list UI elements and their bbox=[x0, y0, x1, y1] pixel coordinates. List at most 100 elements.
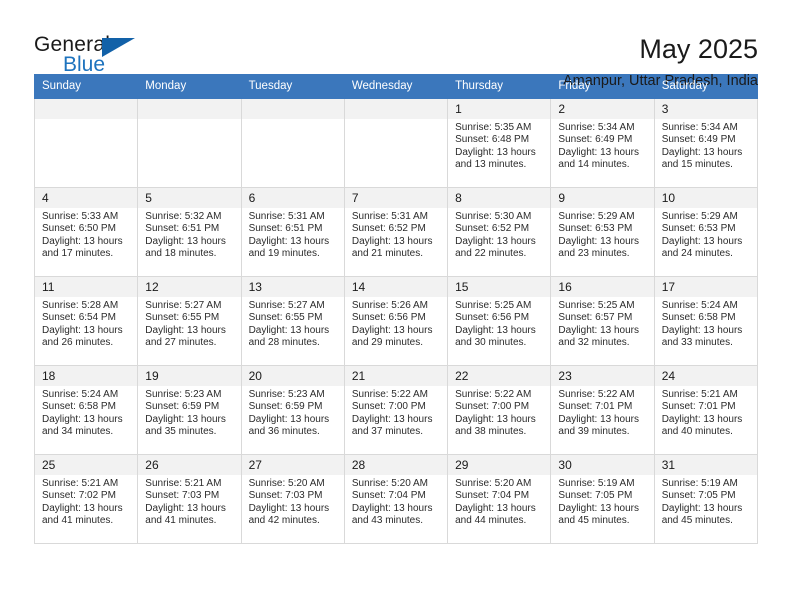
day-details: Sunrise: 5:21 AM Sunset: 7:02 PM Daylight:… bbox=[35, 475, 137, 528]
calendar-day-cell[interactable]: 15 Sunrise: 5:25 AM Sunset: 6:56 PM Dayligh… bbox=[447, 276, 552, 366]
daylight-text: Daylight: 13 hours and 17 minutes. bbox=[42, 235, 123, 260]
calendar-cell-inner: 31 Sunrise: 5:19 AM Sunset: 7:05 PM Dayligh… bbox=[654, 455, 757, 543]
sunrise-text: Sunrise: 5:32 AM bbox=[145, 211, 222, 222]
sunrise-text: Sunrise: 5:23 AM bbox=[248, 389, 325, 400]
daylight-text: Daylight: 13 hours and 21 minutes. bbox=[351, 235, 433, 260]
calendar-day-cell[interactable]: 30 Sunrise: 5:19 AM Sunset: 7:05 PM Dayligh… bbox=[550, 454, 655, 544]
daylight-text: Daylight: 13 hours and 45 minutes. bbox=[558, 502, 640, 527]
calendar-day-cell[interactable]: 5 Sunrise: 5:32 AM Sunset: 6:51 PM Daylight… bbox=[137, 187, 242, 277]
calendar-day-cell[interactable]: 28 Sunrise: 5:20 AM Sunset: 7:04 PM Dayligh… bbox=[343, 454, 449, 544]
calendar-cell-inner: 15 Sunrise: 5:25 AM Sunset: 6:56 PM Dayligh… bbox=[448, 277, 551, 365]
day-details: Sunrise: 5:24 AM Sunset: 6:58 PM Daylight:… bbox=[35, 386, 137, 439]
sunrise-text: Sunrise: 5:33 AM bbox=[42, 211, 119, 222]
calendar-week-row: 25 Sunrise: 5:21 AM Sunset: 7:02 PM Dayligh… bbox=[33, 454, 759, 544]
calendar-day-cell[interactable]: 3 Sunrise: 5:34 AM Sunset: 6:49 PM Daylight… bbox=[653, 98, 759, 188]
daylight-text: Daylight: 13 hours and 39 minutes. bbox=[558, 413, 640, 438]
sunrise-text: Sunrise: 5:34 AM bbox=[661, 122, 738, 133]
daylight-text: Daylight: 13 hours and 23 minutes. bbox=[558, 235, 640, 260]
calendar-day-cell[interactable]: 27 Sunrise: 5:20 AM Sunset: 7:03 PM Dayligh… bbox=[240, 454, 345, 544]
day-details: Sunrise: 5:27 AM Sunset: 6:55 PM Daylight:… bbox=[138, 297, 240, 350]
sunset-text: Sunset: 6:58 PM bbox=[661, 312, 736, 324]
calendar-day-cell[interactable]: 14 Sunrise: 5:26 AM Sunset: 6:56 PM Dayligh… bbox=[343, 276, 449, 366]
sunset-text: Sunset: 6:59 PM bbox=[145, 401, 220, 413]
calendar-cell-inner: 19 Sunrise: 5:23 AM Sunset: 6:59 PM Dayligh… bbox=[138, 366, 241, 454]
calendar-day-cell[interactable]: 29 Sunrise: 5:20 AM Sunset: 7:04 PM Dayligh… bbox=[447, 454, 552, 544]
day-number: 20 bbox=[241, 366, 344, 386]
calendar-cell-inner: 3 Sunrise: 5:34 AM Sunset: 6:49 PM Daylight… bbox=[654, 99, 757, 187]
calendar-day-cell[interactable]: 20 Sunrise: 5:23 AM Sunset: 6:59 PM Dayligh… bbox=[240, 365, 345, 455]
daylight-text: Daylight: 13 hours and 41 minutes. bbox=[145, 502, 226, 527]
calendar-cell-empty bbox=[240, 98, 345, 188]
calendar-day-cell[interactable]: 22 Sunrise: 5:22 AM Sunset: 7:00 PM Dayligh… bbox=[447, 365, 552, 455]
day-number: 3 bbox=[654, 99, 757, 119]
daylight-text: Daylight: 13 hours and 15 minutes. bbox=[661, 146, 743, 171]
day-number: 7 bbox=[344, 188, 448, 208]
calendar-day-cell[interactable]: 6 Sunrise: 5:31 AM Sunset: 6:51 PM Daylight… bbox=[240, 187, 345, 277]
sunset-text: Sunset: 7:00 PM bbox=[351, 401, 426, 413]
calendar-day-cell[interactable]: 16 Sunrise: 5:25 AM Sunset: 6:57 PM Dayligh… bbox=[550, 276, 655, 366]
sunset-text: Sunset: 6:54 PM bbox=[42, 312, 116, 324]
calendar-day-cell[interactable]: 24 Sunrise: 5:21 AM Sunset: 7:01 PM Dayligh… bbox=[653, 365, 759, 455]
day-number: 9 bbox=[551, 188, 654, 208]
day-details: Sunrise: 5:33 AM Sunset: 6:50 PM Daylight:… bbox=[35, 208, 137, 261]
calendar-cell-inner: 12 Sunrise: 5:27 AM Sunset: 6:55 PM Dayligh… bbox=[138, 277, 241, 365]
calendar-day-cell[interactable]: 2 Sunrise: 5:34 AM Sunset: 6:49 PM Daylight… bbox=[550, 98, 655, 188]
sunset-text: Sunset: 6:50 PM bbox=[42, 223, 116, 235]
calendar-cell-inner: 20 Sunrise: 5:23 AM Sunset: 6:59 PM Dayligh… bbox=[241, 366, 344, 454]
day-number bbox=[35, 99, 138, 119]
day-number: 29 bbox=[448, 455, 551, 475]
sunrise-text: Sunrise: 5:25 AM bbox=[558, 300, 635, 311]
day-details: Sunrise: 5:31 AM Sunset: 6:52 PM Daylight:… bbox=[345, 208, 447, 261]
day-number: 4 bbox=[35, 188, 138, 208]
day-number: 2 bbox=[551, 99, 654, 119]
calendar-day-cell[interactable]: 8 Sunrise: 5:30 AM Sunset: 6:52 PM Daylight… bbox=[447, 187, 552, 277]
daylight-text: Daylight: 13 hours and 36 minutes. bbox=[248, 413, 330, 438]
daylight-text: Daylight: 13 hours and 40 minutes. bbox=[661, 413, 743, 438]
day-number: 19 bbox=[138, 366, 241, 386]
calendar-body: 1 Sunrise: 5:35 AM Sunset: 6:48 PM Daylight… bbox=[33, 98, 759, 544]
calendar-day-cell[interactable]: 7 Sunrise: 5:31 AM Sunset: 6:52 PM Daylight… bbox=[343, 187, 449, 277]
calendar-day-cell[interactable]: 23 Sunrise: 5:22 AM Sunset: 7:01 PM Dayligh… bbox=[550, 365, 655, 455]
title-block: May 2025 Amanpur, Uttar Pradesh, India bbox=[563, 34, 758, 91]
calendar-day-cell[interactable]: 31 Sunrise: 5:19 AM Sunset: 7:05 PM Dayligh… bbox=[653, 454, 759, 544]
day-number: 11 bbox=[35, 277, 138, 297]
day-details: Sunrise: 5:20 AM Sunset: 7:04 PM Daylight:… bbox=[345, 475, 447, 528]
calendar-day-cell[interactable]: 12 Sunrise: 5:27 AM Sunset: 6:55 PM Dayligh… bbox=[137, 276, 242, 366]
sunrise-text: Sunrise: 5:22 AM bbox=[558, 389, 635, 400]
daylight-text: Daylight: 13 hours and 38 minutes. bbox=[455, 413, 536, 438]
calendar-cell-inner: 24 Sunrise: 5:21 AM Sunset: 7:01 PM Dayligh… bbox=[654, 366, 757, 454]
calendar-day-cell[interactable]: 10 Sunrise: 5:29 AM Sunset: 6:53 PM Dayligh… bbox=[653, 187, 759, 277]
day-number: 30 bbox=[551, 455, 654, 475]
sunset-text: Sunset: 6:55 PM bbox=[145, 312, 220, 324]
daylight-text: Daylight: 13 hours and 33 minutes. bbox=[661, 324, 743, 349]
calendar-day-cell[interactable]: 18 Sunrise: 5:24 AM Sunset: 6:58 PM Dayligh… bbox=[33, 365, 139, 455]
day-number: 25 bbox=[35, 455, 138, 475]
sunrise-text: Sunrise: 5:35 AM bbox=[455, 122, 532, 133]
sunset-text: Sunset: 7:03 PM bbox=[145, 490, 220, 502]
sunset-text: Sunset: 6:52 PM bbox=[351, 223, 426, 235]
calendar-cell-inner: 1 Sunrise: 5:35 AM Sunset: 6:48 PM Daylight… bbox=[448, 99, 551, 187]
daylight-text: Daylight: 13 hours and 34 minutes. bbox=[42, 413, 123, 438]
calendar-day-cell[interactable]: 4 Sunrise: 5:33 AM Sunset: 6:50 PM Daylight… bbox=[33, 187, 139, 277]
day-number: 1 bbox=[448, 99, 551, 119]
sunset-text: Sunset: 6:52 PM bbox=[455, 223, 530, 235]
generalblue-logo[interactable]: General Blue bbox=[34, 34, 154, 84]
calendar-day-cell[interactable]: 9 Sunrise: 5:29 AM Sunset: 6:53 PM Daylight… bbox=[550, 187, 655, 277]
day-details: Sunrise: 5:27 AM Sunset: 6:55 PM Daylight:… bbox=[242, 297, 344, 350]
calendar-day-cell[interactable]: 17 Sunrise: 5:24 AM Sunset: 6:58 PM Dayligh… bbox=[653, 276, 759, 366]
calendar-cell-inner: 8 Sunrise: 5:30 AM Sunset: 6:52 PM Daylight… bbox=[448, 188, 551, 276]
calendar-day-cell[interactable]: 11 Sunrise: 5:28 AM Sunset: 6:54 PM Dayligh… bbox=[33, 276, 139, 366]
calendar-day-cell[interactable]: 1 Sunrise: 5:35 AM Sunset: 6:48 PM Daylight… bbox=[447, 98, 552, 188]
sunrise-text: Sunrise: 5:27 AM bbox=[145, 300, 222, 311]
calendar-day-cell[interactable]: 19 Sunrise: 5:23 AM Sunset: 6:59 PM Dayligh… bbox=[137, 365, 242, 455]
daylight-text: Daylight: 13 hours and 32 minutes. bbox=[558, 324, 640, 349]
sunrise-text: Sunrise: 5:27 AM bbox=[248, 300, 325, 311]
calendar-day-cell[interactable]: 13 Sunrise: 5:27 AM Sunset: 6:55 PM Dayligh… bbox=[240, 276, 345, 366]
calendar-day-cell[interactable]: 21 Sunrise: 5:22 AM Sunset: 7:00 PM Dayligh… bbox=[343, 365, 449, 455]
calendar-cell-inner: 21 Sunrise: 5:22 AM Sunset: 7:00 PM Dayligh… bbox=[344, 366, 448, 454]
calendar-day-cell[interactable]: 26 Sunrise: 5:21 AM Sunset: 7:03 PM Dayligh… bbox=[137, 454, 242, 544]
day-details: Sunrise: 5:29 AM Sunset: 6:53 PM Daylight:… bbox=[655, 208, 757, 261]
sunset-text: Sunset: 7:02 PM bbox=[42, 490, 116, 502]
calendar-day-cell[interactable]: 25 Sunrise: 5:21 AM Sunset: 7:02 PM Dayligh… bbox=[33, 454, 139, 544]
day-details: Sunrise: 5:23 AM Sunset: 6:59 PM Daylight:… bbox=[138, 386, 240, 439]
